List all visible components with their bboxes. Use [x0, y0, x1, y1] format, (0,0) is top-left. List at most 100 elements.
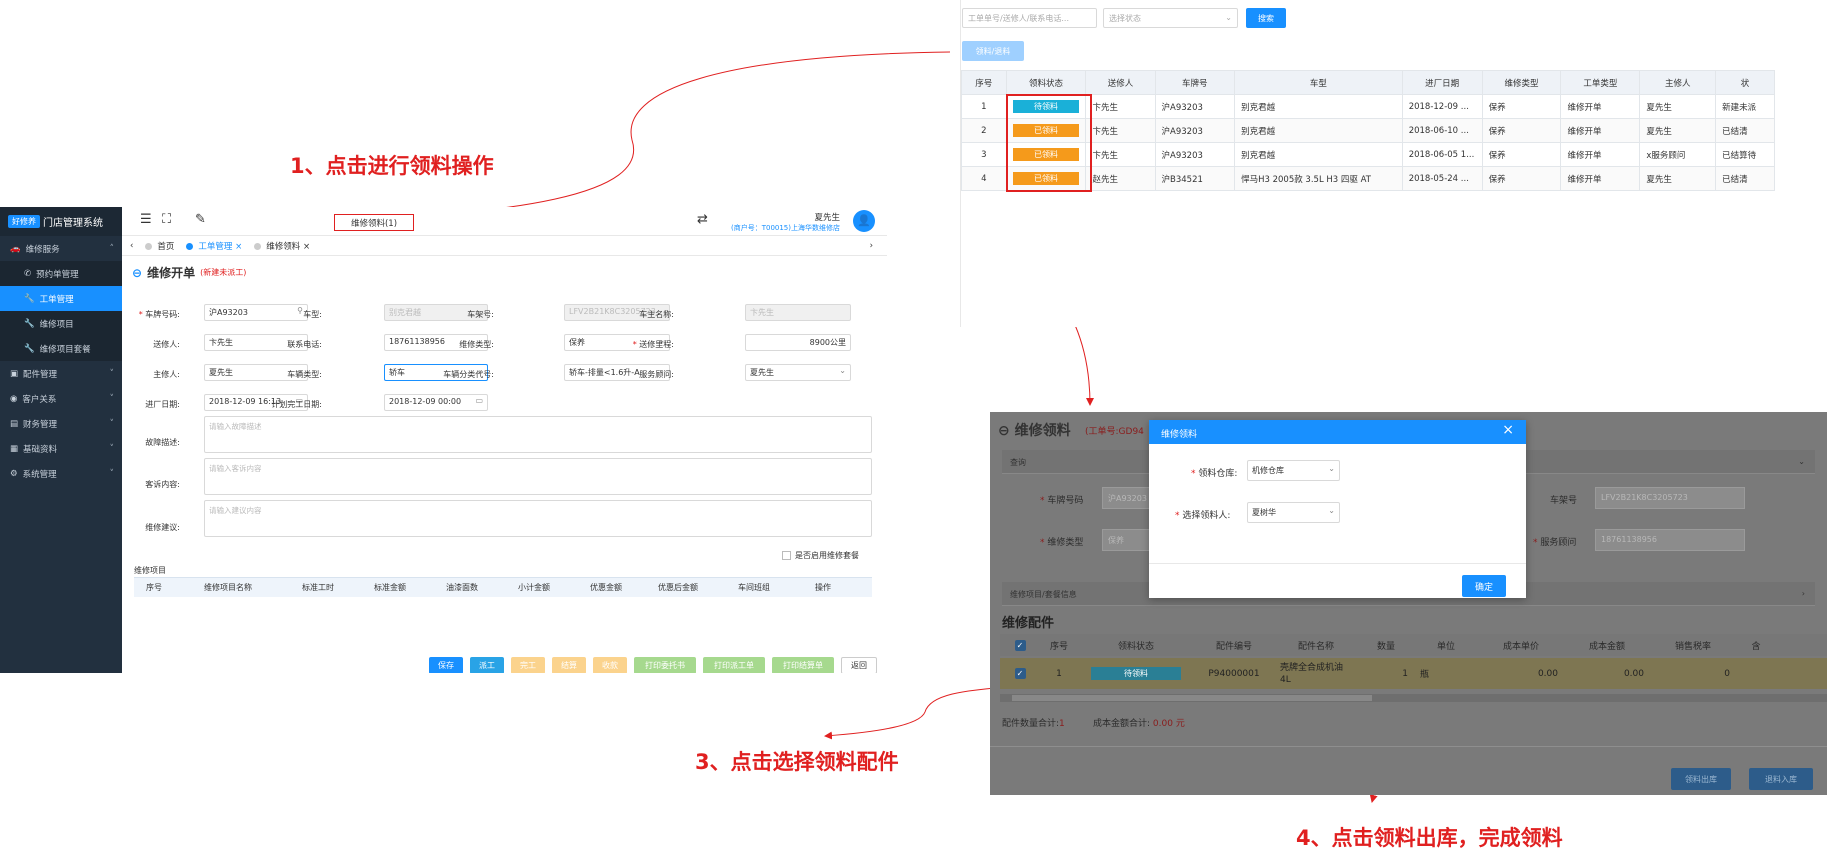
- database-icon: ▦: [10, 443, 19, 454]
- work-order-form: ⊖ 维修开单 (新建未派工) * 车牌号码: 沪A93203 ⚲ 车型: 别克君越…: [122, 256, 887, 673]
- col-header: 优惠金额: [590, 583, 622, 592]
- checkbox-box[interactable]: [782, 551, 791, 560]
- close-icon[interactable]: ×: [303, 242, 310, 252]
- warehouse-select[interactable]: 机修仓库 ⌄: [1247, 460, 1340, 481]
- return-button[interactable]: 返回: [841, 657, 877, 673]
- col-header: 配件编号: [1215, 641, 1252, 652]
- advisor-select[interactable]: 夏先生 ⌄: [745, 364, 851, 381]
- sidebar-item-appointments[interactable]: ✆ 预约单管理: [0, 261, 122, 286]
- cell: 瓶: [1420, 670, 1430, 680]
- sidebar-item-base-data[interactable]: ▦ 基础资料 ˅: [0, 436, 122, 461]
- col-header: 状: [1715, 70, 1775, 95]
- repair-pick-tab[interactable]: 维修领料(1): [334, 214, 414, 231]
- status-badge: (新建未派工): [200, 268, 247, 277]
- sidebar-item-repair-items[interactable]: 🔧 维修项目: [0, 311, 122, 336]
- pick-page-title: ⊖ 维修领料: [998, 423, 1071, 439]
- package-checkbox[interactable]: 是否启用维修套餐: [782, 550, 859, 561]
- back-icon[interactable]: ⊖: [998, 423, 1010, 439]
- cell: 1: [1056, 668, 1062, 679]
- store-management-window: 好修养 门店管理系统 🚗 维修服务 ˄ ✆ 预约单管理 🔧 工单管理 🔧 维修项目 🔧 维修…: [0, 207, 887, 673]
- pencil-icon[interactable]: ✎: [195, 212, 206, 227]
- chevron-down-icon: ˅: [109, 368, 115, 379]
- dispatch-button[interactable]: 派工: [470, 657, 504, 673]
- pick-return-button[interactable]: 领料/退料: [962, 41, 1024, 61]
- picker-select[interactable]: 夏树华 ⌄: [1247, 502, 1340, 523]
- print-consign-button[interactable]: 打印委托书: [634, 657, 696, 673]
- scrollbar-thumb[interactable]: [1012, 695, 1372, 701]
- chevron-down-icon: ˅: [109, 468, 115, 479]
- save-button[interactable]: 保存: [429, 657, 463, 673]
- cell: 0: [1724, 668, 1730, 679]
- complete-button[interactable]: 完工: [511, 657, 545, 673]
- menu-icon[interactable]: ☰: [140, 212, 152, 227]
- print-dispatch-button[interactable]: 打印派工单: [703, 657, 765, 673]
- table-header-row: 序号 领料状态 送修人 车牌号 车型 进厂日期 维修类型 工单类型 主修人 状: [961, 70, 1775, 95]
- chevron-down-icon: ˅: [109, 443, 115, 454]
- cell: 2018-06-05 1...: [1401, 142, 1483, 167]
- tab-next-icon[interactable]: ›: [870, 241, 873, 251]
- order-search-input[interactable]: 工单单号/送修人/联系电话...: [962, 8, 1097, 28]
- avatar[interactable]: 👤: [853, 210, 875, 232]
- col-header: 优惠后金额: [658, 583, 698, 592]
- cell: 保养: [1481, 118, 1562, 143]
- row-checkbox[interactable]: ✓: [1000, 668, 1040, 679]
- cell: 别克君越: [1234, 118, 1403, 143]
- print-settle-button[interactable]: 打印结算单: [772, 657, 834, 673]
- sidebar-item-system[interactable]: ⚙ 系统管理 ˅: [0, 461, 122, 486]
- sidebar-label: 财务管理: [23, 419, 58, 430]
- tab-repair-pick[interactable]: 维修领料 ×: [254, 240, 310, 252]
- sidebar-label: 客户关系: [22, 394, 57, 405]
- plate-label: * 车牌号码:: [138, 310, 180, 319]
- sidebar-item-repair-packages[interactable]: 🔧 维修项目套餐: [0, 336, 122, 361]
- cell: 卞先生: [1085, 94, 1156, 119]
- pick-dialog: 维修领料 × * 领料仓库: 机修仓库 ⌄ * 选择领料人: 夏树华 ⌄ 确定: [1149, 420, 1526, 598]
- annotation-step3: 3、点击选择领料配件: [695, 750, 899, 774]
- close-icon[interactable]: ×: [1502, 422, 1514, 438]
- mileage-input[interactable]: 8900公里: [745, 334, 851, 351]
- fullscreen-icon[interactable]: ⛶: [162, 212, 171, 227]
- sidebar-item-parts[interactable]: ▣ 配件管理 ˅: [0, 361, 122, 386]
- sidebar-item-finance[interactable]: ▤ 财务管理 ˅: [0, 411, 122, 436]
- sidebar-item-work-orders[interactable]: 🔧 工单管理: [0, 286, 122, 311]
- switch-icon[interactable]: ⇄: [697, 212, 708, 227]
- tab-prev-icon[interactable]: ‹: [130, 241, 133, 251]
- horizontal-scrollbar[interactable]: [1000, 694, 1827, 702]
- back-icon[interactable]: ⊖: [132, 266, 142, 280]
- cell: 沪A93203: [1154, 142, 1236, 167]
- entry-date-label: 进厂日期:: [145, 400, 180, 409]
- chevron-down-icon: ⌄: [1328, 464, 1335, 473]
- chevron-down-icon: ˅: [109, 418, 115, 429]
- page-tabs: ‹ 首页 工单管理 × 维修领料 × ›: [122, 236, 887, 256]
- dialog-header: 维修领料 ×: [1149, 420, 1526, 444]
- select-all-checkbox[interactable]: ✓: [1000, 639, 1040, 651]
- confirm-button[interactable]: 确定: [1462, 575, 1506, 597]
- col-header: 车间班组: [738, 583, 770, 592]
- sender-label: 送修人:: [153, 340, 180, 349]
- collect-button[interactable]: 收款: [593, 657, 627, 673]
- tab-work-orders[interactable]: 工单管理 ×: [186, 240, 242, 252]
- status-select[interactable]: 选择状态 ⌄: [1103, 8, 1238, 28]
- advice-textarea[interactable]: 请输入建议内容: [204, 500, 872, 537]
- close-icon[interactable]: ×: [235, 242, 242, 252]
- pick-out-button[interactable]: 领料出库: [1671, 768, 1731, 790]
- complaint-textarea[interactable]: 请输入客诉内容: [204, 458, 872, 495]
- search-button[interactable]: 搜索: [1246, 8, 1286, 28]
- cell: 夏先生: [1639, 166, 1717, 191]
- cell: 2018-05-24 ...: [1401, 166, 1483, 191]
- settle-button[interactable]: 结算: [552, 657, 586, 673]
- col-header: 主修人: [1639, 70, 1717, 95]
- col-header: 序号: [1049, 641, 1068, 652]
- tab-home[interactable]: 首页: [145, 240, 174, 252]
- sidebar-item-repair-service[interactable]: 🚗 维修服务 ˄: [0, 236, 122, 261]
- dialog-divider: [1149, 563, 1526, 564]
- finish-date-input[interactable]: 2018-12-09 00:00 ▭: [384, 394, 488, 411]
- user-org: (商户号：T00015)上海华数维修店: [730, 224, 840, 232]
- fault-textarea[interactable]: 请输入故障描述: [204, 416, 872, 453]
- sidebar-item-customers[interactable]: ◉ 客户关系 ˅: [0, 386, 122, 411]
- col-header: 序号: [961, 70, 1007, 95]
- cell: 4: [961, 166, 1007, 191]
- parts-row[interactable]: ✓ 1 待领料 P94000001 壳牌全合成机油 4L 1 瓶 0.00 0.0…: [1000, 658, 1827, 689]
- page-title: 维修开单: [147, 266, 196, 280]
- cell: 已结清: [1715, 118, 1775, 143]
- return-in-button[interactable]: 退料入库: [1749, 768, 1813, 790]
